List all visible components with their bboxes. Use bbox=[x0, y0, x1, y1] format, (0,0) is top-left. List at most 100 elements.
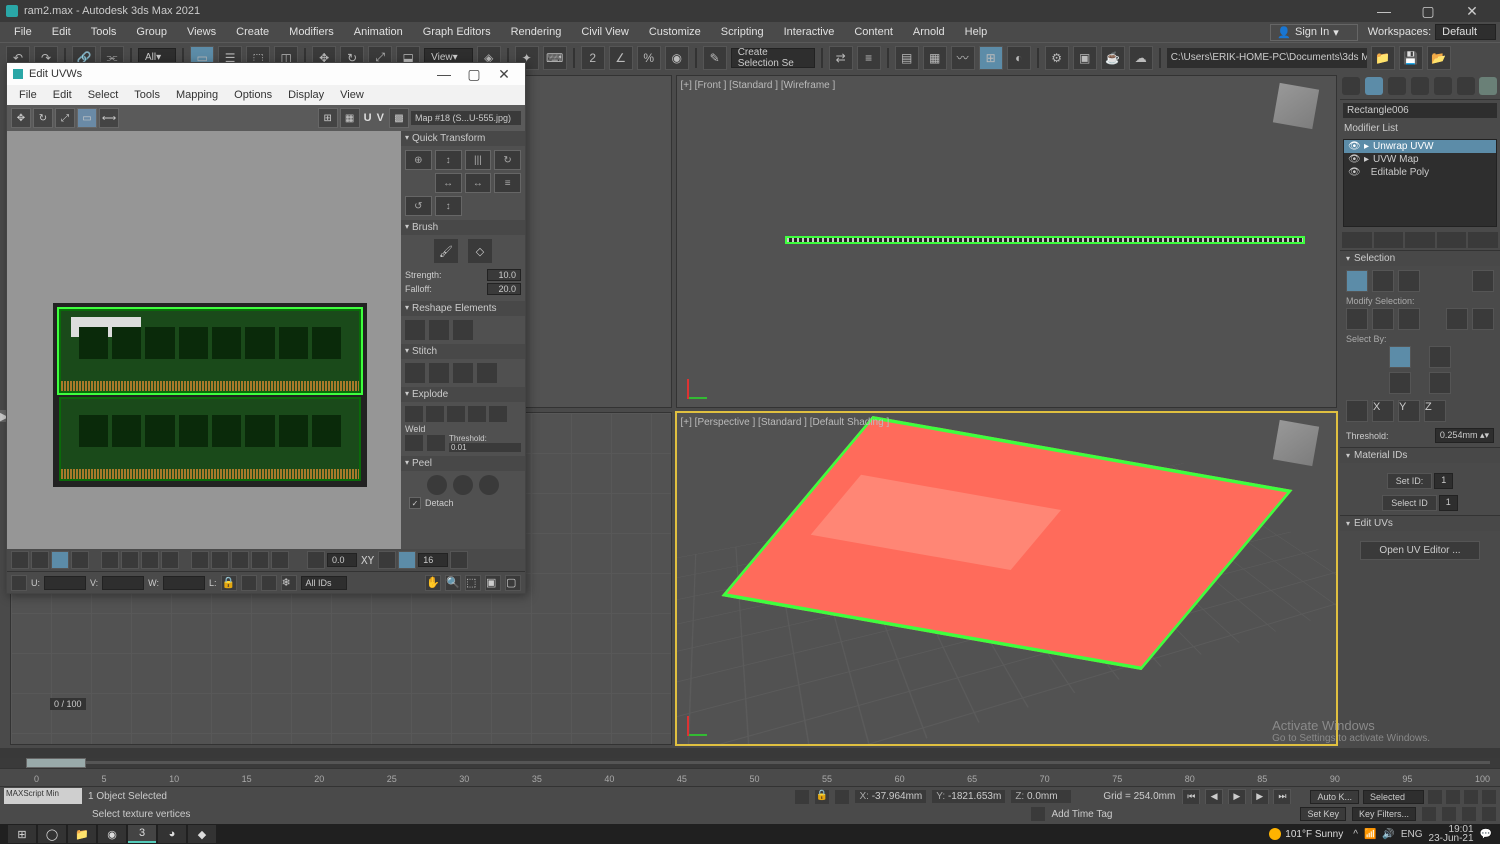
maximize-button[interactable]: ▢ bbox=[1406, 0, 1450, 22]
uvw-element-icon[interactable] bbox=[71, 551, 89, 569]
uvw-abs-coord-icon[interactable] bbox=[11, 575, 27, 591]
layer-explorer-icon[interactable]: ▤ bbox=[895, 46, 919, 70]
menu-animation[interactable]: Animation bbox=[344, 24, 413, 40]
viewport-label[interactable]: [+] [Perspective ] [Standard ] [Default … bbox=[681, 417, 890, 428]
uvw-zoom-region-icon[interactable]: ⬚ bbox=[465, 575, 481, 591]
rollout-stitch[interactable]: Stitch bbox=[401, 344, 525, 359]
uvw-menu-edit[interactable]: Edit bbox=[45, 87, 80, 103]
keyboard-shortcut-icon[interactable]: ⌨ bbox=[543, 46, 567, 70]
percent-snap-icon[interactable]: % bbox=[637, 46, 661, 70]
modify-tab-icon[interactable] bbox=[1365, 77, 1383, 95]
folder-save-icon[interactable]: 💾 bbox=[1399, 46, 1423, 70]
rollout-material-ids[interactable]: Material IDs bbox=[1340, 448, 1500, 463]
uvw-options2-icon[interactable]: ▦ bbox=[340, 108, 360, 128]
time-tag-icon[interactable] bbox=[1031, 807, 1045, 821]
hierarchy-tab-icon[interactable] bbox=[1388, 77, 1406, 95]
menu-file[interactable]: File bbox=[4, 24, 42, 40]
auto-key-button[interactable]: Auto K... bbox=[1310, 790, 1359, 804]
menu-civil-view[interactable]: Civil View bbox=[571, 24, 638, 40]
rollout-peel[interactable]: Peel bbox=[401, 456, 525, 471]
workspace-selector[interactable]: Default bbox=[1435, 24, 1496, 40]
uvw-u-field[interactable] bbox=[44, 576, 86, 590]
isolate-toggle-icon[interactable] bbox=[795, 790, 809, 804]
pin-stack-icon[interactable] bbox=[1342, 232, 1372, 248]
mirror-icon[interactable]: ⇄ bbox=[829, 46, 853, 70]
lock-selection-icon[interactable]: 🔒 bbox=[815, 790, 829, 804]
uvw-edge-icon[interactable] bbox=[31, 551, 49, 569]
folder-open-icon[interactable]: 📁 bbox=[1371, 46, 1395, 70]
mat-id-icon[interactable] bbox=[1389, 372, 1411, 394]
tray-wifi-icon[interactable]: 📶 bbox=[1364, 829, 1376, 840]
y-axis-icon[interactable]: Y bbox=[1398, 400, 1420, 422]
modifier-list-label[interactable]: Modifier List bbox=[1340, 121, 1500, 136]
uvw-v-field[interactable] bbox=[102, 576, 144, 590]
polygon-subobj-icon[interactable] bbox=[1398, 270, 1420, 292]
key-filters-button[interactable]: Key Filters... bbox=[1352, 807, 1416, 821]
edit-named-sel-icon[interactable]: ✎ bbox=[703, 46, 727, 70]
task-edge-icon[interactable]: ◯ bbox=[38, 825, 66, 843]
rollout-edit-uvs[interactable]: Edit UVs bbox=[1340, 516, 1500, 531]
brush-ss-icon[interactable] bbox=[241, 575, 257, 591]
configure-sets-icon[interactable] bbox=[1468, 232, 1498, 248]
play-icon[interactable]: ▶ bbox=[1228, 789, 1246, 805]
rollout-quick-transform[interactable]: Quick Transform bbox=[401, 131, 525, 146]
create-tab-icon[interactable] bbox=[1342, 77, 1360, 95]
exp4-icon[interactable] bbox=[468, 406, 486, 422]
start-button[interactable]: ⊞ bbox=[8, 825, 36, 843]
stitch4-icon[interactable] bbox=[477, 363, 497, 383]
nav2-icon1[interactable] bbox=[1422, 807, 1436, 821]
uvw-linear-icon[interactable] bbox=[231, 551, 249, 569]
paint-weights-icon[interactable]: 🖌 bbox=[434, 239, 458, 263]
select-id-button[interactable]: Select ID bbox=[1382, 495, 1437, 511]
falloff-spinner[interactable]: 20.0 bbox=[487, 283, 521, 295]
uvw-title-bar[interactable]: Edit UVWs —▢✕ bbox=[7, 63, 525, 85]
straighten-icon[interactable] bbox=[405, 320, 425, 340]
menu-edit[interactable]: Edit bbox=[42, 24, 81, 40]
rotate-ccw-icon[interactable]: ↺ bbox=[405, 196, 432, 216]
menu-modifiers[interactable]: Modifiers bbox=[279, 24, 344, 40]
uvw-texture-selector[interactable]: Map #18 (S...U-555.jpg) bbox=[411, 111, 521, 125]
display-tab-icon[interactable] bbox=[1434, 77, 1452, 95]
uvw-w-field[interactable] bbox=[163, 576, 205, 590]
project-path[interactable]: C:\Users\ERIK-HOME-PC\Documents\3ds Max … bbox=[1167, 48, 1367, 68]
uvw-grid-spinner[interactable]: 16 bbox=[418, 553, 448, 567]
remove-modifier-icon[interactable] bbox=[1437, 232, 1467, 248]
menu-group[interactable]: Group bbox=[126, 24, 177, 40]
uvw-rotate-icon[interactable]: ↻ bbox=[33, 108, 53, 128]
x-axis-icon[interactable]: X bbox=[1372, 400, 1394, 422]
menu-rendering[interactable]: Rendering bbox=[501, 24, 572, 40]
viewport-front[interactable]: [+] [Front ] [Standard ] [Wireframe ] bbox=[676, 75, 1338, 408]
weld2-icon[interactable] bbox=[427, 435, 445, 451]
tray-lang[interactable]: ENG bbox=[1401, 829, 1423, 840]
uvw-sub7-icon[interactable] bbox=[161, 551, 179, 569]
viewport-perspective[interactable]: [+] [Perspective ] [Standard ] [Default … bbox=[676, 412, 1338, 745]
curve-editor-icon[interactable]: 〰 bbox=[951, 46, 975, 70]
uvw-canvas[interactable] bbox=[7, 131, 401, 549]
render-online-icon[interactable]: ☁ bbox=[1129, 46, 1153, 70]
toggle-ribbon-icon[interactable]: ▦ bbox=[923, 46, 947, 70]
system-tray[interactable]: ^ 📶 🔊 ENG 19:0123-Jun-21 💬 bbox=[1353, 825, 1492, 843]
menu-interactive[interactable]: Interactive bbox=[774, 24, 845, 40]
uvw-zoom-extents-icon[interactable]: ▣ bbox=[485, 575, 501, 591]
z-axis-icon[interactable]: Z bbox=[1424, 400, 1446, 422]
smoothing-group-icon[interactable] bbox=[1429, 346, 1451, 368]
select-id-spinner[interactable]: 1 bbox=[1439, 495, 1458, 511]
viewport-label[interactable]: [+] [Front ] [Standard ] [Wireframe ] bbox=[681, 80, 836, 91]
exp5-icon[interactable] bbox=[489, 406, 507, 422]
menu-scripting[interactable]: Scripting bbox=[711, 24, 774, 40]
uvw-paint-icon[interactable] bbox=[271, 551, 289, 569]
flip-h-icon[interactable]: ↔ bbox=[435, 173, 462, 193]
show-end-result-icon[interactable] bbox=[1374, 232, 1404, 248]
viewcube-icon[interactable] bbox=[1273, 83, 1319, 129]
color-swatch-icon[interactable] bbox=[1479, 77, 1497, 95]
uvw-options1-icon[interactable]: ⊞ bbox=[318, 108, 338, 128]
nav-icon1[interactable] bbox=[1428, 790, 1442, 804]
uvw-soft-sel-icon[interactable] bbox=[191, 551, 209, 569]
rotate-cw-icon[interactable]: ↻ bbox=[494, 150, 521, 170]
align-h-icon[interactable]: ↔ bbox=[465, 173, 492, 193]
shrink-icon[interactable] bbox=[1372, 308, 1394, 330]
named-selection-set[interactable]: Create Selection Se bbox=[731, 48, 815, 68]
uvw-menu-display[interactable]: Display bbox=[280, 87, 332, 103]
set-id-spinner[interactable]: 1 bbox=[1434, 473, 1453, 489]
planar-angle-icon[interactable] bbox=[1389, 346, 1411, 368]
